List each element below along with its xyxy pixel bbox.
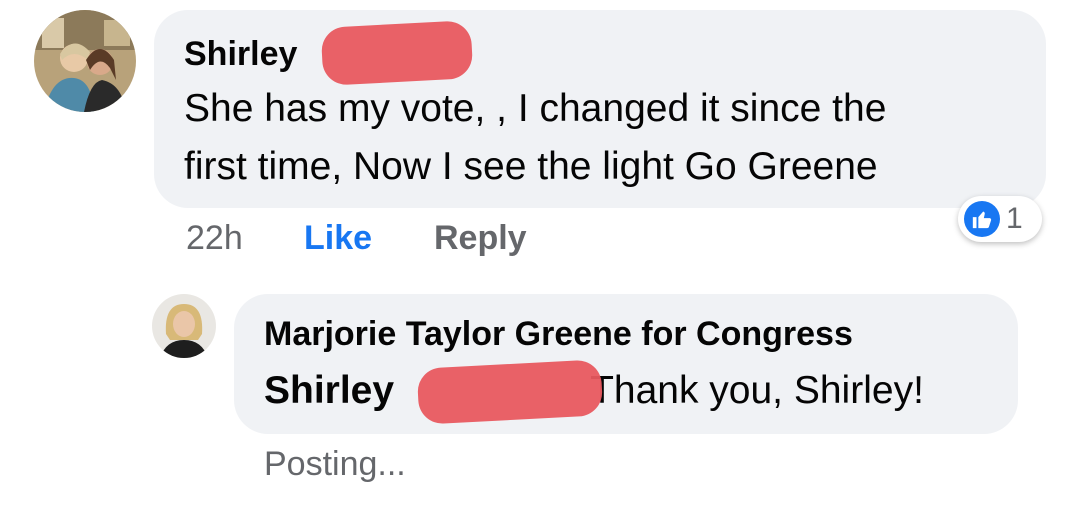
reaction-badge[interactable]: 1 [958,196,1042,242]
comment-author-name[interactable]: Shirley [184,35,297,73]
like-button[interactable]: Like [304,218,372,258]
reply-bubble: Marjorie Taylor Greene for Congress Shir… [234,294,1018,434]
reply-message: Thank you, Shirley! [590,369,924,412]
like-thumb-icon [964,201,1000,237]
avatar-photo-image [152,294,216,358]
comment-text-line: first time, Now I see the light Go Green… [184,145,878,188]
reply-button[interactable]: Reply [434,218,527,258]
comment-text-line: She has my vote, , I changed it since th… [184,87,887,130]
comment-author[interactable]: Shirley [184,34,297,74]
redaction-mark [416,359,604,425]
comment-text: She has my vote, , I changed it since th… [184,80,886,196]
reply-mention[interactable]: Shirley [264,369,394,412]
reply-author-avatar[interactable] [152,294,216,358]
commenter-avatar[interactable] [34,10,136,112]
comment-timestamp[interactable]: 22h [186,218,243,258]
reaction-count: 1 [1006,202,1023,235]
reply-author-name[interactable]: Marjorie Taylor Greene for Congress [264,314,853,354]
comment-thread: Shirley She has my vote, , I changed it … [0,0,1080,512]
avatar-photo-image [34,10,136,112]
comment-bubble: Shirley She has my vote, , I changed it … [154,10,1046,208]
posting-status: Posting... [264,445,406,483]
redaction-mark [320,20,474,86]
